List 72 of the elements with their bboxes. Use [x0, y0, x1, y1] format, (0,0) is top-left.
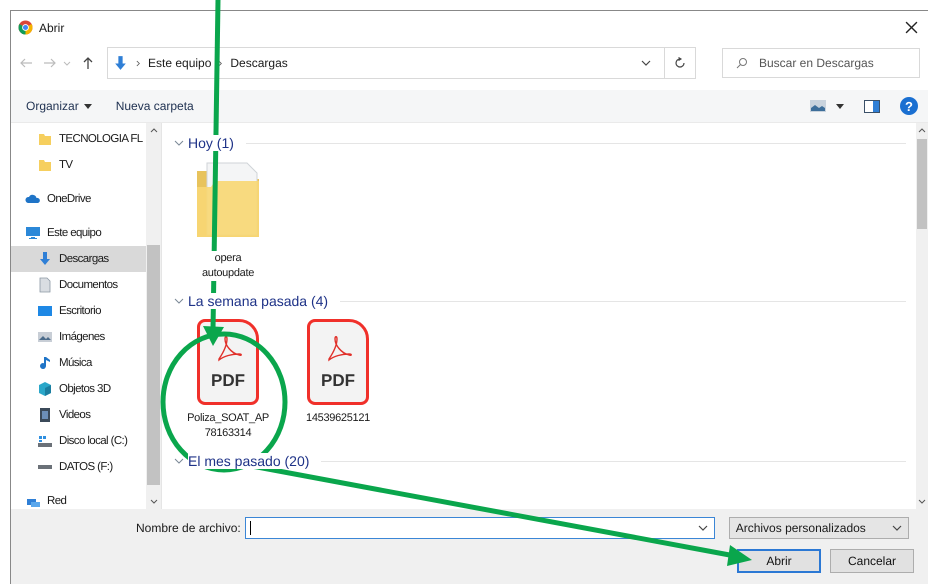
chevron-icon[interactable] [174, 296, 184, 306]
sidebar-item[interactable]: Disco local (C:) [11, 428, 146, 454]
sidebar-item[interactable]: Objetos 3D [11, 376, 146, 402]
preview-pane-icon[interactable] [864, 100, 880, 112]
download-arrow-icon [37, 251, 53, 267]
breadcrumb[interactable]: Descargas [230, 56, 288, 70]
sidebar-item[interactable]: Descargas [11, 246, 146, 272]
sidebar-item[interactable]: Escritorio [11, 298, 146, 324]
pdf-file-icon[interactable]: PDF [307, 319, 369, 405]
cancel-button[interactable]: Cancelar [830, 549, 914, 573]
view-options-icon[interactable] [810, 100, 826, 112]
scroll-up-icon [918, 128, 926, 133]
drive-icon [37, 464, 53, 470]
group-heading[interactable]: El mes pasado (20) [188, 453, 310, 469]
scroll-down-icon [150, 499, 158, 504]
sidebar-item[interactable]: DATOS (F:) [11, 454, 146, 480]
chevron-icon[interactable] [174, 456, 184, 466]
sidebar-item[interactable]: TV [11, 152, 146, 178]
sidebar-item[interactable]: Red [11, 488, 146, 509]
dropdown-icon [698, 525, 708, 531]
close-icon[interactable] [905, 21, 918, 34]
sidebar-item[interactable]: TECNOLOGIA FL [11, 126, 146, 152]
help-button[interactable]: ? [900, 97, 918, 115]
sidebar-item[interactable]: Imágenes [11, 324, 146, 350]
folder-icon [37, 157, 53, 173]
address-bar[interactable]: Este equipo Descargas [107, 47, 696, 79]
pdf-file-icon[interactable]: PDF [197, 319, 259, 405]
file-name[interactable]: opera autoupdate [202, 251, 254, 281]
scrollbar[interactable] [916, 123, 928, 509]
back-arrow-icon[interactable] [19, 56, 33, 70]
drive-icon [37, 433, 53, 449]
forward-arrow-icon[interactable] [43, 56, 57, 70]
folder-icon [37, 131, 53, 147]
group-heading[interactable]: Hoy (1) [188, 135, 234, 151]
monitor-icon [25, 225, 41, 241]
picture-icon [37, 329, 53, 345]
up-arrow-icon[interactable] [81, 56, 95, 70]
new-folder-button[interactable]: Nueva carpeta [116, 99, 194, 113]
search-icon [736, 57, 748, 69]
file-name-field[interactable] [244, 517, 715, 539]
desktop-icon [37, 303, 53, 319]
document-icon [37, 277, 53, 293]
caret-icon [84, 104, 92, 108]
sidebar-item[interactable]: Este equipo [11, 220, 146, 246]
sidebar-item[interactable]: Documentos [11, 272, 146, 298]
search-field[interactable]: Buscar en Descargas [722, 48, 920, 78]
open-button[interactable]: Abrir [737, 549, 821, 573]
scrollbar-thumb[interactable] [147, 245, 160, 485]
sidebar-item[interactable]: Videos [11, 402, 146, 428]
breadcrumb[interactable]: Este equipo [148, 56, 212, 70]
music-note-icon [37, 355, 53, 371]
group-heading[interactable]: La semana pasada (4) [188, 293, 328, 309]
file-name-label: Nombre de archivo: [136, 521, 241, 535]
cube-icon [37, 381, 53, 397]
film-icon [37, 407, 53, 423]
dropdown-icon[interactable] [641, 60, 651, 66]
app-logo-icon [18, 20, 33, 35]
window-title: Abrir [39, 20, 64, 34]
scrollbar-thumb[interactable] [917, 139, 927, 229]
scroll-down-icon [918, 499, 926, 504]
sidebar-item[interactable]: Música [11, 350, 146, 376]
chevron-icon [136, 60, 141, 66]
scrollbar[interactable] [146, 123, 161, 509]
sidebar-item[interactable]: OneDrive [11, 186, 146, 212]
caret-icon[interactable] [836, 104, 844, 108]
refresh-icon [674, 57, 686, 69]
scroll-up-icon [150, 128, 158, 133]
dropdown-icon [892, 525, 902, 531]
chevron-icon[interactable] [174, 138, 184, 148]
chevron-icon [218, 60, 224, 66]
organize-button[interactable]: Organizar [26, 99, 92, 113]
file-type-dropdown[interactable]: Archivos personalizados [728, 517, 909, 539]
